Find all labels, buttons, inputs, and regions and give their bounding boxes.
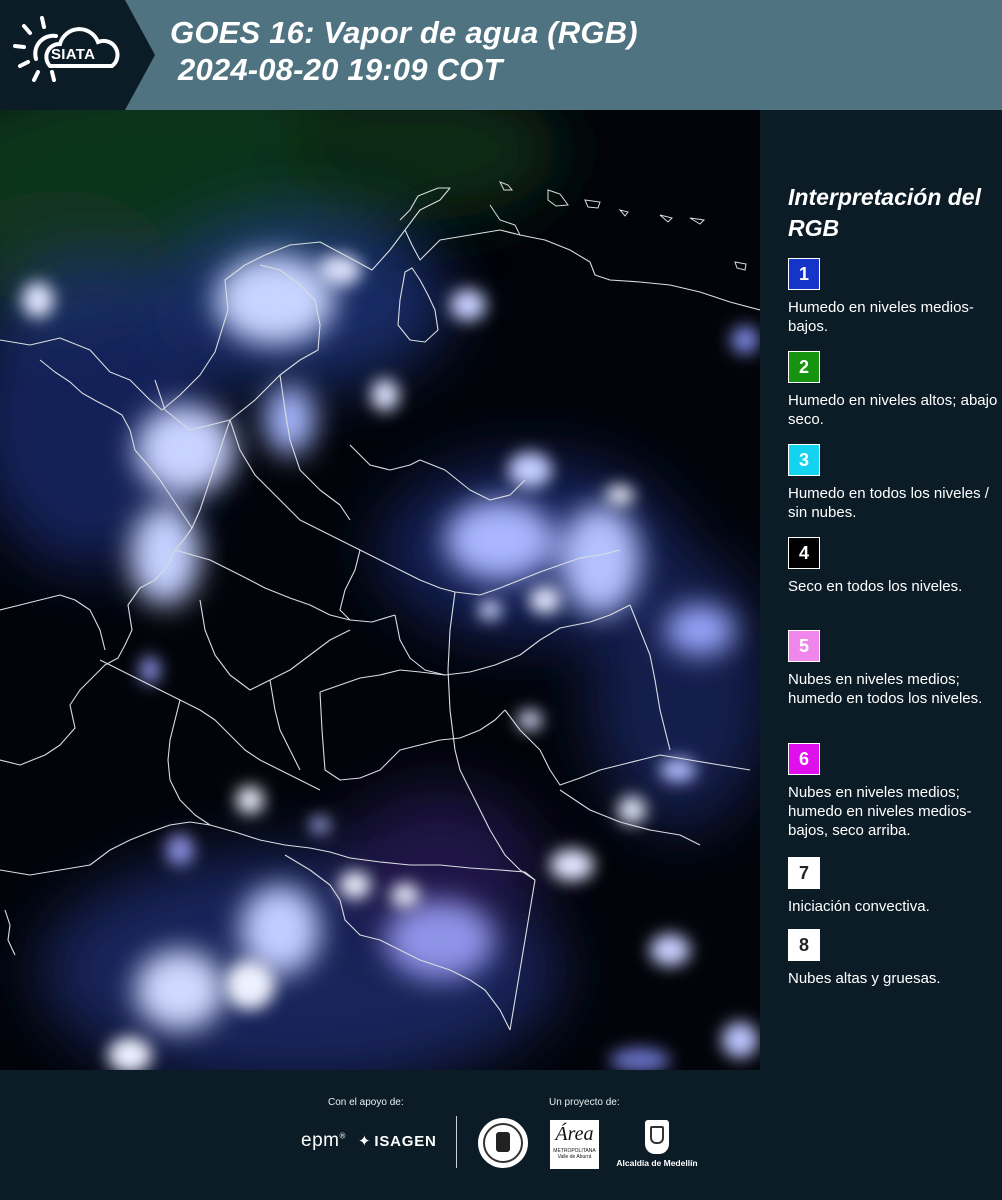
- legend-item-4: 4 Seco en todos los niveles.: [788, 537, 998, 596]
- alcaldia-medellin-logo[interactable]: Alcaldía de Medellín: [612, 1120, 702, 1168]
- title-line-1: GOES 16: Vapor de agua (RGB): [170, 15, 638, 50]
- legend-item-1: 1 Humedo en niveles medios-bajos.: [788, 258, 998, 336]
- footer-divider: [456, 1116, 457, 1168]
- legend-number-4: 4: [798, 542, 809, 563]
- siata-logo[interactable]: SIATA: [10, 14, 128, 94]
- satellite-map[interactable]: [0, 110, 760, 1070]
- legend-item-5: 5 Nubes en niveles medios; humedo en tod…: [788, 630, 998, 708]
- legend-item-8: 8 Nubes altas y gruesas.: [788, 929, 998, 988]
- legend-swatch-3: 3: [788, 444, 820, 476]
- medellin-shield-icon: [645, 1120, 669, 1154]
- legend-swatch-5: 5: [788, 630, 820, 662]
- legend-number-6: 6: [798, 748, 809, 769]
- isagen-logo-text: ISAGEN: [374, 1133, 437, 1150]
- isagen-star-icon: ✦: [358, 1133, 372, 1150]
- legend-text-1: Humedo en niveles medios-bajos.: [788, 299, 974, 335]
- legend-item-3: 3 Humedo en todos los niveles / sin nube…: [788, 444, 998, 522]
- footer-bar: Con el apoyo de: Un proyecto de: epm® ✦ I…: [0, 1070, 1002, 1200]
- epm-logo[interactable]: epm®: [301, 1130, 346, 1152]
- support-label: Con el apoyo de:: [328, 1097, 404, 1108]
- legend-swatch-8: 8: [788, 929, 820, 961]
- legend-swatch-1: 1: [788, 258, 820, 290]
- legend-text-5: Nubes en niveles medios; humedo en todos…: [788, 671, 983, 707]
- legend-item-2: 2 Humedo en niveles altos; abajo seco.: [788, 351, 998, 429]
- legend-number-1: 1: [798, 263, 809, 284]
- legend-swatch-6: 6: [788, 743, 820, 775]
- legend-text-8: Nubes altas y gruesas.: [788, 970, 941, 987]
- legend-text-6: Nubes en niveles medios; humedo en nivel…: [788, 784, 972, 839]
- siata-logo-text: SIATA: [51, 46, 96, 63]
- legend-swatch-2: 2: [788, 351, 820, 383]
- legend-number-7: 7: [798, 862, 809, 883]
- legend-text-2: Humedo en niveles altos; abajo seco.: [788, 392, 998, 428]
- area-metropolitana-logo[interactable]: Área METROPOLITANA Valle de Aburrá: [550, 1120, 599, 1169]
- legend-panel: Interpretación del RGB 1 Humedo en nivel…: [760, 110, 1002, 1070]
- area-logo-sub2: Valle de Aburrá: [557, 1154, 592, 1160]
- page-title: GOES 16: Vapor de agua (RGB) 2024-08-20 …: [170, 14, 638, 88]
- legend-number-2: 2: [798, 356, 809, 377]
- title-line-2: 2024-08-20 19:09 COT: [178, 52, 503, 87]
- project-label: Un proyecto de:: [549, 1097, 620, 1108]
- legend-title: Interpretación del RGB: [788, 184, 981, 241]
- medellin-label: Alcaldía de Medellín: [616, 1158, 698, 1168]
- epm-logo-text: epm: [301, 1130, 340, 1151]
- legend-item-7: 7 Iniciación convectiva.: [788, 857, 998, 916]
- university-seal-icon[interactable]: [478, 1118, 528, 1168]
- legend-text-3: Humedo en todos los niveles / sin nubes.: [788, 485, 989, 521]
- legend-swatch-4: 4: [788, 537, 820, 569]
- legend-text-7: Iniciación convectiva.: [788, 898, 930, 915]
- header-bar: SIATA GOES 16: Vapor de agua (RGB) 2024-…: [0, 0, 1002, 110]
- isagen-logo[interactable]: ✦ ISAGEN: [358, 1132, 437, 1150]
- legend-number-8: 8: [798, 934, 809, 955]
- legend-swatch-7: 7: [788, 857, 820, 889]
- legend-number-3: 3: [798, 449, 809, 470]
- epm-registered-mark: ®: [339, 1131, 346, 1141]
- satellite-image: [0, 110, 760, 1070]
- area-logo-word: Área: [555, 1123, 594, 1145]
- legend-text-4: Seco en todos los niveles.: [788, 578, 963, 595]
- legend-number-5: 5: [798, 635, 809, 656]
- legend-item-6: 6 Nubes en niveles medios; humedo en niv…: [788, 743, 998, 840]
